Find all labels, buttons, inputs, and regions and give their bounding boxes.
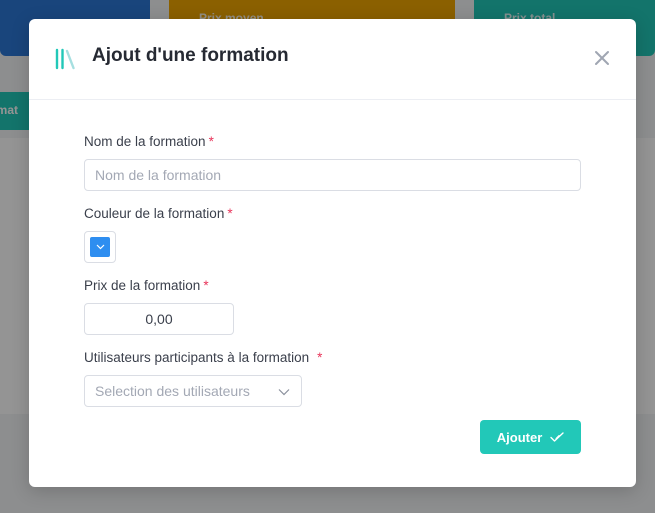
name-label-text: Nom de la formation: [84, 134, 206, 149]
required-marker: *: [203, 278, 209, 293]
check-icon: [550, 432, 564, 442]
price-label-text: Prix de la formation: [84, 278, 201, 293]
add-formation-modal: Ajout d'une formation Nom de la formatio…: [29, 19, 636, 487]
modal-header: Ajout d'une formation: [29, 19, 636, 100]
name-label: Nom de la formation *: [84, 133, 581, 151]
chevron-down-icon: [96, 244, 104, 250]
books-icon: [55, 48, 75, 70]
participants-select[interactable]: Selection des utilisateurs: [84, 375, 302, 407]
color-picker[interactable]: [84, 231, 116, 263]
required-marker: *: [208, 134, 214, 149]
required-marker: *: [227, 206, 233, 221]
add-button-label: Ajouter: [496, 429, 543, 445]
participants-select-placeholder: Selection des utilisateurs: [95, 383, 250, 399]
close-icon[interactable]: [593, 49, 611, 67]
formation-name-input[interactable]: [84, 159, 581, 191]
price-label: Prix de la formation *: [84, 277, 581, 295]
chevron-down-icon: [278, 389, 290, 396]
modal-title: Ajout d'une formation: [92, 45, 289, 66]
color-swatch[interactable]: [90, 237, 110, 257]
price-input[interactable]: [84, 303, 234, 335]
color-label-text: Couleur de la formation: [84, 206, 225, 221]
formation-form: Nom de la formation* Couleur de la forma…: [84, 133, 581, 407]
color-label: Couleur de la formation *: [84, 205, 581, 223]
participants-label: Utilisateurs participants à la formation…: [84, 349, 581, 367]
add-button[interactable]: Ajouter: [480, 420, 581, 454]
participants-label-text: Utilisateurs participants à la formation: [84, 350, 310, 365]
required-marker: *: [317, 350, 323, 365]
